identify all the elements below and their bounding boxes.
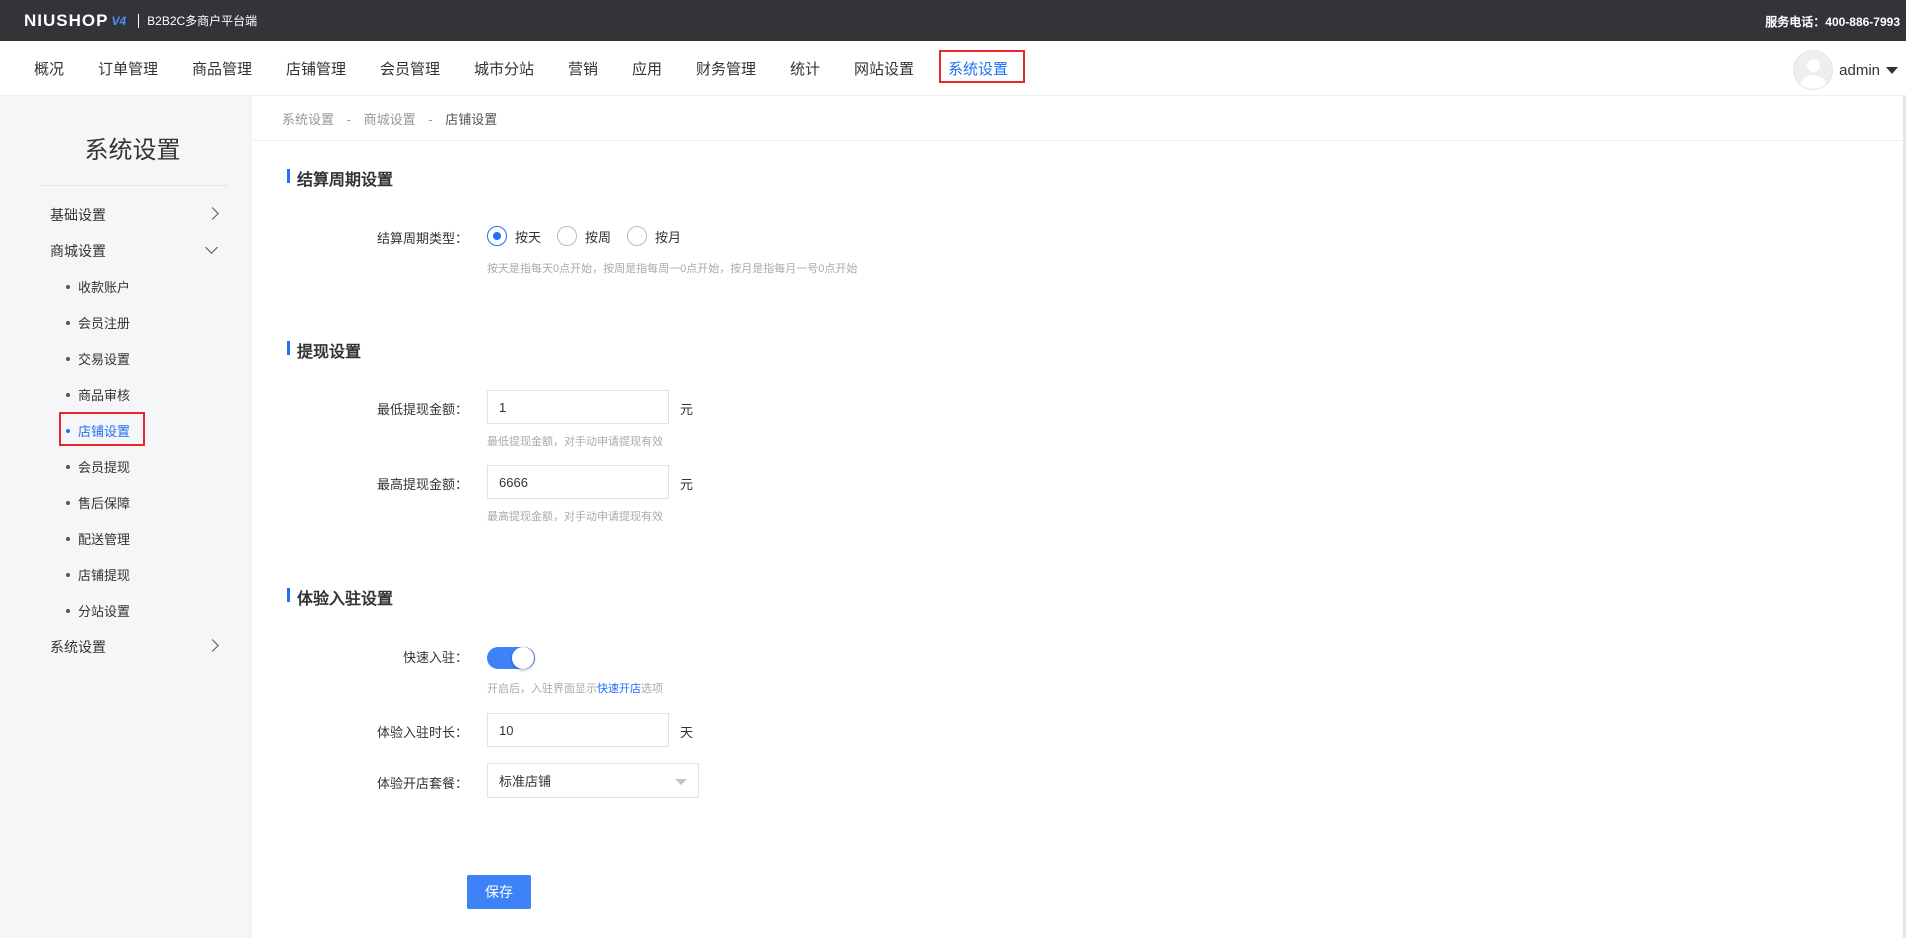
trial-duration-input[interactable]: 10: [487, 713, 669, 747]
save-button[interactable]: 保存: [467, 875, 531, 909]
radio-daily-label[interactable]: 按天: [515, 227, 541, 246]
trial-package-label: 体验开店套餐：: [376, 776, 468, 791]
trial-duration-unit: 天: [680, 725, 694, 740]
nav-item-stores[interactable]: 店铺管理: [286, 58, 346, 79]
bullet-icon: [66, 608, 70, 613]
sidebar-item-trade-settings[interactable]: 交易设置: [66, 349, 130, 368]
breadcrumb-current: 店铺设置: [445, 112, 498, 127]
top-bar: NIUSHOP V4 B2B2C多商户平台端 服务电话：400-886-7993: [0, 0, 1906, 41]
caret-down-icon[interactable]: [1886, 66, 1898, 74]
nav-item-marketing[interactable]: 营销: [568, 58, 598, 79]
sidebar-item-substation[interactable]: 分站设置: [66, 601, 130, 620]
caret-down-icon[interactable]: [675, 779, 687, 785]
nav-item-statistics[interactable]: 统计: [790, 58, 820, 79]
section-title-settlement: 结算周期设置: [287, 166, 393, 190]
sidebar-divider: [40, 185, 228, 186]
sidebar-item-label: 会员注册: [78, 316, 131, 331]
breadcrumb-item[interactable]: 系统设置: [282, 112, 334, 127]
max-withdraw-label: 最高提现金额：: [376, 477, 468, 492]
sidebar-item-label: 收款账户: [78, 280, 131, 295]
breadcrumb: 系统设置 - 商城设置 - 店铺设置: [282, 109, 497, 128]
bullet-icon: [66, 572, 70, 577]
trial-package-select[interactable]: 标准店铺: [487, 763, 699, 798]
bullet-icon: [66, 392, 70, 397]
toggle-knob[interactable]: [512, 647, 534, 669]
sidebar-item-delivery[interactable]: 配送管理: [66, 529, 130, 548]
platform-name: B2B2C多商户平台端: [147, 14, 258, 28]
radio-monthly-label[interactable]: 按月: [655, 227, 681, 246]
service-hotline: 服务电话：400-886-7993: [1765, 15, 1900, 29]
max-withdraw-unit: 元: [680, 477, 694, 492]
radio-weekly-label[interactable]: 按周: [585, 227, 611, 246]
bullet-icon: [66, 356, 70, 361]
max-withdraw-input[interactable]: 6666: [487, 465, 669, 499]
breadcrumb-divider: [252, 140, 1906, 141]
trial-package-value: 标准店铺: [499, 774, 552, 789]
nav-item-members[interactable]: 会员管理: [380, 58, 440, 79]
sidebar-item-label: 配送管理: [78, 532, 131, 547]
bullet-icon: [66, 284, 70, 289]
settlement-type-radio-group: 按天 按周 按月: [487, 226, 697, 246]
section-title-trial: 体验入驻设置: [287, 585, 393, 609]
nav-item-city-stations[interactable]: 城市分站: [474, 58, 534, 79]
sidebar: [0, 96, 251, 938]
sidebar-item-label: 交易设置: [78, 352, 131, 367]
username[interactable]: admin: [1839, 62, 1880, 79]
nav-item-overview[interactable]: 概况: [34, 58, 64, 79]
sidebar-item-after-sales[interactable]: 售后保障: [66, 493, 130, 512]
bullet-icon: [66, 320, 70, 325]
logo-divider: [138, 13, 140, 28]
avatar[interactable]: [1793, 50, 1834, 90]
sidebar-item-payment-account[interactable]: 收款账户: [66, 277, 130, 296]
nav-item-apps[interactable]: 应用: [632, 58, 662, 79]
min-withdraw-unit: 元: [680, 402, 694, 417]
bullet-icon: [66, 464, 70, 469]
section-title-withdraw: 提现设置: [287, 338, 361, 362]
nav-item-finance[interactable]: 财务管理: [696, 58, 756, 79]
logo[interactable]: NIUSHOP V4 B2B2C多商户平台端: [24, 11, 257, 31]
nav-item-orders[interactable]: 订单管理: [98, 58, 158, 79]
radio-monthly[interactable]: [627, 226, 648, 246]
sidebar-group-basic[interactable]: 基础设置: [50, 205, 106, 225]
quick-settle-hint: 开启后，入驻界面显示快速开店选项: [487, 680, 663, 696]
min-withdraw-input[interactable]: 1: [487, 390, 669, 424]
quick-open-store-link[interactable]: 快速开店: [597, 683, 641, 695]
sidebar-group-system[interactable]: 系统设置: [50, 637, 106, 657]
quick-settle-hint-text: 开启后，入驻界面显示: [487, 683, 597, 695]
nav-highlight-box: [939, 50, 1025, 83]
sidebar-item-label: 会员提现: [78, 460, 131, 475]
logo-version: V4: [111, 13, 127, 28]
sidebar-item-label: 商品审核: [78, 388, 131, 403]
sidebar-item-member-withdraw[interactable]: 会员提现: [66, 457, 130, 476]
settlement-type-label: 结算周期类型：: [376, 231, 468, 246]
sidebar-item-label: 店铺提现: [78, 568, 131, 583]
nav-item-website[interactable]: 网站设置: [854, 58, 914, 79]
logo-text: NIUSHOP: [24, 10, 109, 30]
sidebar-item-store-withdraw[interactable]: 店铺提现: [66, 565, 130, 584]
trial-duration-label: 体验入驻时长：: [376, 725, 468, 740]
sidebar-item-member-register[interactable]: 会员注册: [66, 313, 130, 332]
quick-settle-label: 快速入驻：: [402, 650, 468, 665]
sidebar-item-label: 售后保障: [78, 496, 131, 511]
sidebar-highlight-box: [59, 412, 145, 446]
max-withdraw-hint: 最高提现金额，对手动申请提现有效: [487, 511, 663, 523]
settlement-hint: 按天是指每天0点开始，按周是指每周一0点开始，按月是指每月一号0点开始: [487, 263, 858, 275]
sidebar-item-product-review[interactable]: 商品审核: [66, 385, 130, 404]
breadcrumb-item[interactable]: 商城设置: [364, 112, 416, 127]
bullet-icon: [66, 500, 70, 505]
breadcrumb-separator: -: [346, 112, 351, 127]
breadcrumb-separator: -: [428, 112, 433, 127]
user-menu[interactable]: admin: [1793, 50, 1898, 90]
quick-settle-toggle[interactable]: [487, 647, 535, 669]
sidebar-group-mall[interactable]: 商城设置: [50, 241, 106, 261]
quick-settle-hint-text: 选项: [641, 683, 663, 695]
min-withdraw-hint: 最低提现金额，对手动申请提现有效: [487, 436, 663, 448]
sidebar-item-label: 分站设置: [78, 604, 131, 619]
radio-daily[interactable]: [487, 226, 507, 246]
nav-item-products[interactable]: 商品管理: [192, 58, 252, 79]
sidebar-title: 系统设置: [84, 137, 181, 164]
min-withdraw-label: 最低提现金额：: [376, 402, 468, 417]
radio-weekly[interactable]: [557, 226, 578, 246]
bullet-icon: [66, 536, 70, 541]
